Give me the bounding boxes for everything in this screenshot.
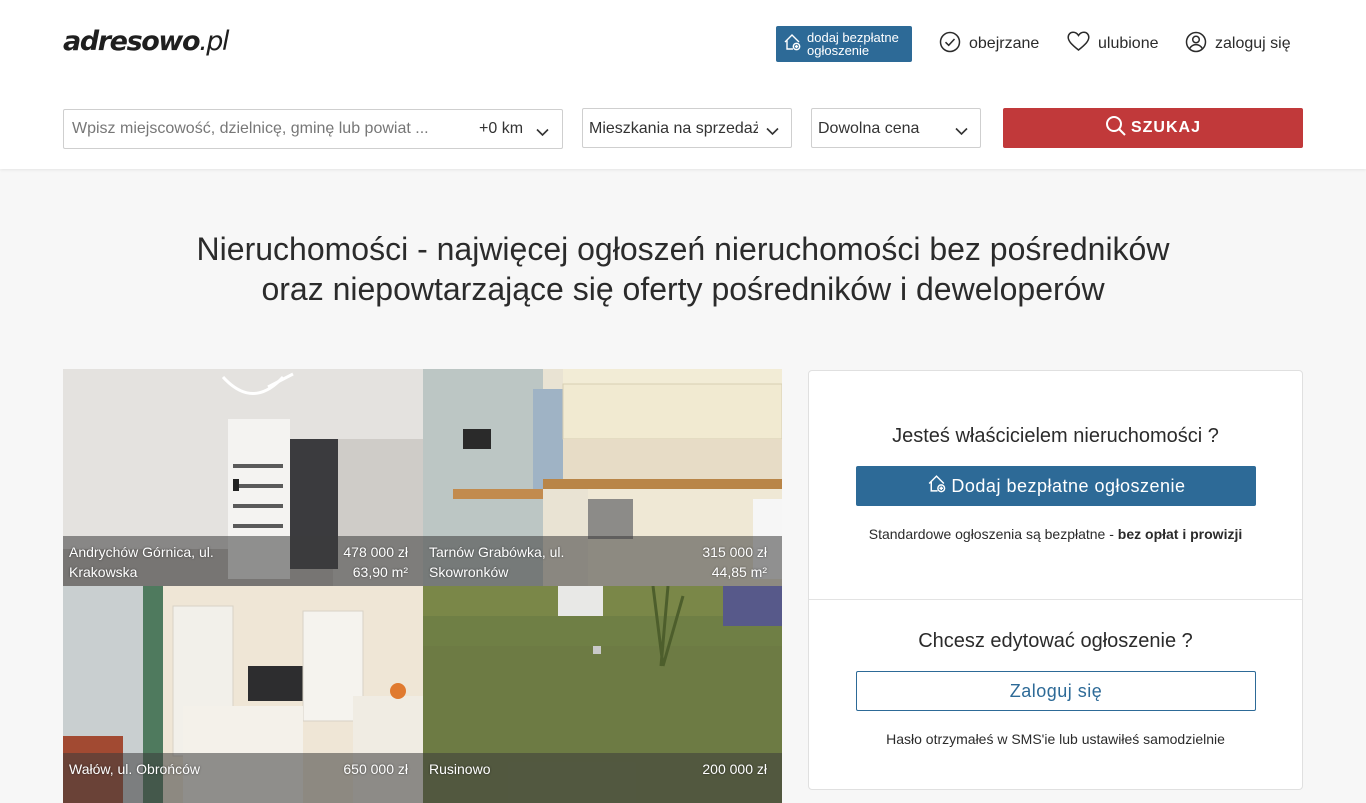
search-button-label: SZUKAJ — [1130, 119, 1201, 136]
search-icon — [1105, 115, 1131, 142]
listing-location: Andrychów Górnica, ul. Krakowska — [69, 544, 214, 580]
check-circle-icon — [939, 31, 969, 58]
listing-location: Tarnów Grabówka, ul. Skowronków — [429, 544, 565, 580]
price-select-value: Dowolna cena — [818, 120, 920, 137]
listing-tile[interactable]: Wałów, ul. Obrońców 650 000 zł — [63, 586, 423, 803]
add-free-listing-button[interactable]: Dodaj bezpłatne ogłoszenie — [856, 466, 1256, 506]
location-search-input[interactable] — [64, 110, 464, 148]
listing-price: 650 000 zł — [343, 761, 408, 777]
listing-price-area: 200 000 zł — [702, 759, 767, 779]
listing-price: 315 000 zł — [702, 544, 767, 560]
nav-login[interactable]: zaloguj się — [1185, 31, 1291, 58]
listing-caption: Rusinowo 200 000 zł — [423, 753, 782, 803]
logo-suffix: .pl — [199, 26, 229, 57]
listing-location: Rusinowo — [429, 761, 491, 777]
site-header: adresowo.pl dodaj bezpłatne ogłoszenie ob… — [0, 0, 1366, 169]
edit-question: Chcesz edytować ogłoszenie ? — [918, 630, 1193, 652]
owner-question: Jesteś właścicielem nieruchomości ? — [892, 425, 1219, 447]
password-note: Hasło otrzymałeś w SMS'ie lub ustawiłeś … — [886, 731, 1225, 747]
page-headline: Nieruchomości - najwięcej ogłoszeń nieru… — [0, 229, 1366, 309]
house-plus-icon — [782, 32, 802, 57]
listing-area: 44,85 m² — [711, 564, 767, 580]
listing-price: 478 000 zł — [343, 544, 408, 560]
headline-line1: Nieruchomości - najwięcej ogłoszeń nieru… — [196, 231, 1170, 267]
listing-area: 63,90 m² — [352, 564, 408, 580]
heart-icon — [1067, 31, 1098, 57]
search-button[interactable]: SZUKAJ — [1003, 108, 1303, 148]
free-listing-note: Standardowe ogłoszenia są bezpłatne - be… — [809, 526, 1302, 542]
listing-price: 200 000 zł — [702, 761, 767, 777]
nav-viewed-label: obejrzane — [969, 35, 1040, 52]
radius-select[interactable]: +0 km — [479, 120, 523, 138]
free-listing-note-text: Standardowe ogłoszenia są bezpłatne - — [868, 526, 1118, 542]
category-select-value: Mieszkania na sprzedaż — [589, 120, 761, 137]
user-circle-icon — [1185, 31, 1215, 58]
listing-price-area: 315 000 zł 44,85 m² — [702, 542, 767, 582]
add-free-listing-label: Dodaj bezpłatne ogłoszenie — [951, 475, 1186, 496]
add-listing-line2: ogłoszenie — [807, 43, 870, 58]
listing-tile[interactable]: Tarnów Grabówka, ul. Skowronków 315 000 … — [423, 369, 782, 586]
logo-main: adresowo — [63, 26, 200, 57]
login-button[interactable]: Zaloguj się — [856, 671, 1256, 711]
listing-price-area: 478 000 zł 63,90 m² — [343, 542, 408, 582]
listing-price-area: 650 000 zł — [343, 759, 408, 779]
listing-caption: Wałów, ul. Obrońców 650 000 zł — [63, 753, 423, 803]
listing-caption: Tarnów Grabówka, ul. Skowronków 315 000 … — [423, 536, 782, 586]
chevron-down-icon[interactable] — [536, 124, 549, 142]
price-select[interactable]: Dowolna cena — [811, 108, 981, 148]
owner-panel: Jesteś właścicielem nieruchomości ? Doda… — [808, 370, 1303, 790]
nav-viewed[interactable]: obejrzane — [939, 31, 1040, 58]
site-logo[interactable]: adresowo.pl — [63, 26, 230, 57]
chevron-down-icon — [955, 123, 968, 141]
nav-favorites[interactable]: ulubione — [1067, 31, 1159, 57]
nav-login-label: zaloguj się — [1215, 35, 1291, 52]
location-search: +0 km — [63, 109, 563, 149]
listing-location: Wałów, ul. Obrońców — [69, 761, 200, 777]
panel-divider — [809, 599, 1302, 600]
house-plus-icon — [926, 473, 951, 499]
add-listing-button[interactable]: dodaj bezpłatne ogłoszenie — [776, 26, 912, 62]
listing-tile[interactable]: Andrychów Górnica, ul. Krakowska 478 000… — [63, 369, 423, 586]
listing-tile[interactable]: Rusinowo 200 000 zł — [423, 586, 782, 803]
headline-line2: oraz niepowtarzające się oferty pośredni… — [261, 271, 1105, 307]
free-listing-note-bold: bez opłat i prowizji — [1117, 526, 1243, 542]
nav-favorites-label: ulubione — [1098, 35, 1159, 52]
category-select[interactable]: Mieszkania na sprzedaż — [582, 108, 792, 148]
chevron-down-icon — [758, 123, 779, 141]
listing-caption: Andrychów Górnica, ul. Krakowska 478 000… — [63, 536, 423, 586]
